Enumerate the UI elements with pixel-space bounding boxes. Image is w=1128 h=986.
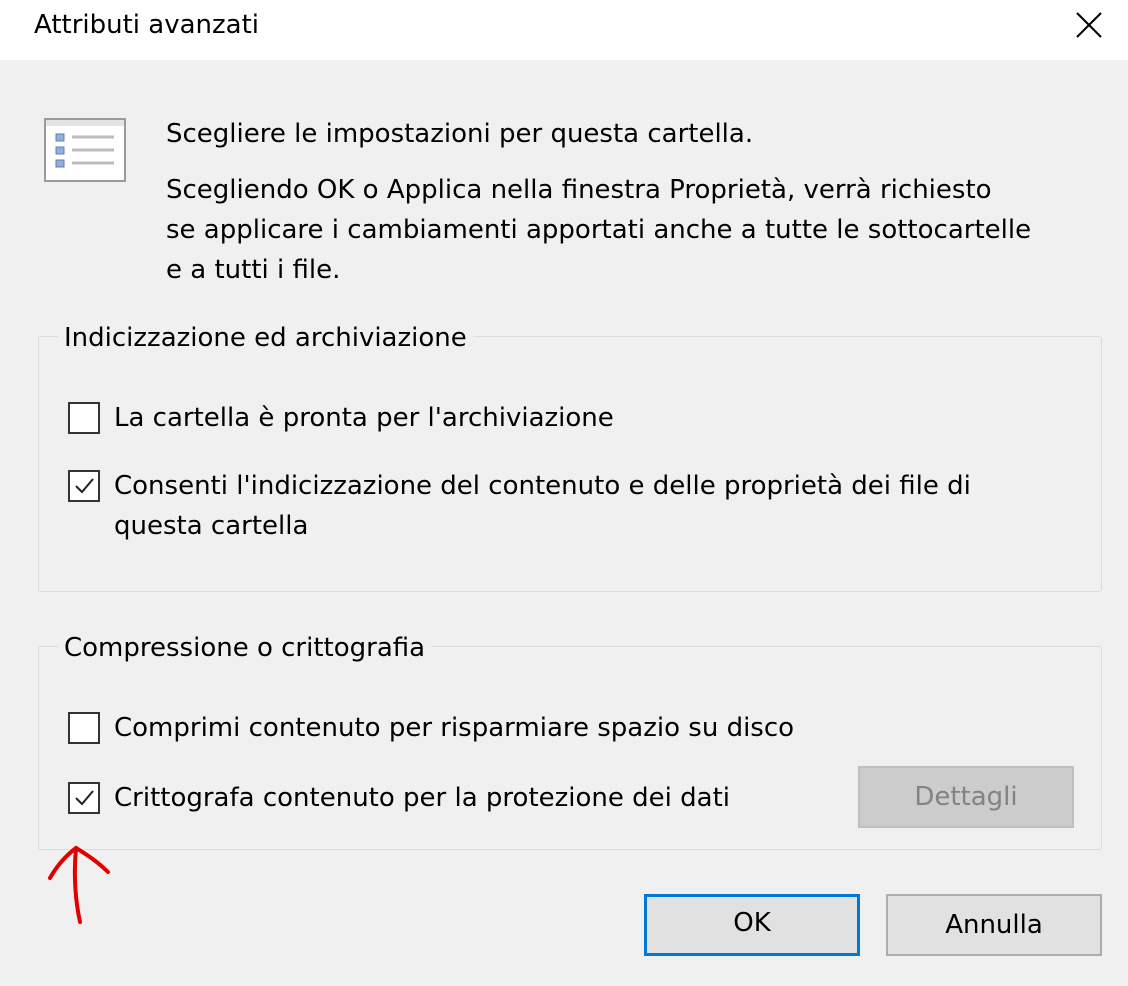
intro-text-line-1: Scegliendo OK o Applica nella finestra P…	[166, 175, 992, 205]
intro-text-line-3: e a tutti i file.	[166, 255, 341, 285]
archive-checkbox[interactable]	[68, 402, 100, 434]
index-checkbox[interactable]	[68, 470, 100, 502]
encrypt-checkbox-label[interactable]: Crittografa contenuto per la protezione …	[114, 782, 730, 814]
intro-heading: Scegliere le impostazioni per questa car…	[166, 119, 754, 149]
checkmark-icon	[75, 790, 94, 806]
archive-checkbox-label[interactable]: La cartella è pronta per l'archiviazione	[114, 402, 614, 434]
dialog-title: Attributi avanzati	[34, 10, 260, 40]
cancel-button[interactable]: Annulla	[886, 894, 1102, 956]
close-icon[interactable]	[1066, 6, 1110, 50]
checklist-icon	[44, 118, 126, 182]
index-checkbox-label[interactable]: Consenti l'indicizzazione del contenuto …	[114, 470, 971, 502]
compress-checkbox-label[interactable]: Comprimi contenuto per risparmiare spazi…	[114, 712, 794, 744]
title-bar: Attributi avanzati	[0, 0, 1128, 60]
red-arrow-annotation	[40, 836, 120, 940]
index-checkbox-label-continued[interactable]: questa cartella	[114, 510, 308, 542]
indexing-group-title: Indicizzazione ed archiviazione	[58, 322, 473, 354]
compress-checkbox[interactable]	[68, 712, 100, 744]
encrypt-checkbox[interactable]	[68, 782, 100, 814]
indexing-group	[38, 336, 1102, 592]
checkmark-icon	[75, 478, 94, 494]
compression-group-title: Compressione o crittografia	[58, 632, 432, 664]
ok-button[interactable]: OK	[644, 894, 860, 956]
details-button[interactable]: Dettagli	[858, 766, 1074, 828]
intro-text-line-2: se applicare i cambiamenti apportati anc…	[166, 215, 1032, 245]
